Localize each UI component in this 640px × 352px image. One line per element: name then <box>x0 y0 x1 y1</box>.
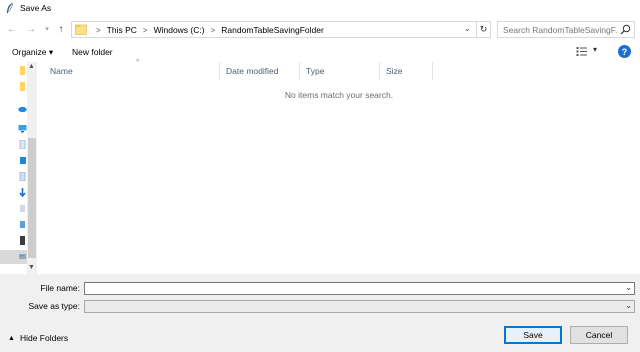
view-options-icon[interactable] <box>576 46 588 57</box>
documents-icon[interactable] <box>18 172 27 181</box>
breadcrumb-current-folder[interactable]: RandomTableSavingFolder <box>221 25 324 35</box>
pictures-icon[interactable] <box>18 220 27 229</box>
navigation-pane: ▲ ▼ <box>0 62 38 274</box>
chevron-right-icon[interactable]: > <box>143 26 148 35</box>
desktop-icon[interactable] <box>18 156 27 165</box>
videos-icon[interactable] <box>18 236 27 245</box>
breadcrumb-windows-c[interactable]: Windows (C:) <box>154 25 205 35</box>
chevron-right-icon[interactable]: > <box>211 26 216 35</box>
breadcrumb: > This PC > Windows (C:) > RandomTableSa… <box>90 25 324 35</box>
refresh-icon[interactable]: ↻ <box>476 21 490 38</box>
back-arrow-icon[interactable]: ← <box>5 22 19 36</box>
command-bar: Organize ▾ New folder ▾ ? <box>0 42 640 62</box>
chevron-down-icon[interactable]: ⌄ <box>625 301 632 310</box>
file-name-field[interactable]: ⌄ <box>84 282 635 295</box>
chevron-right-icon: > <box>96 25 101 35</box>
folder-icon[interactable] <box>18 66 27 75</box>
column-header-type[interactable]: Type <box>300 62 380 80</box>
cancel-button[interactable]: Cancel <box>570 326 628 344</box>
window-title: Save As <box>20 3 52 13</box>
save-button[interactable]: Save <box>504 326 562 344</box>
address-bar[interactable]: > This PC > Windows (C:) > RandomTableSa… <box>71 21 491 38</box>
downloads-icon[interactable] <box>18 188 27 197</box>
search-box[interactable] <box>497 21 635 38</box>
save-options-panel: File name: ⌄ Save as type: ⌄ ▲ Hide Fold… <box>0 274 640 352</box>
organize-button[interactable]: Organize ▾ <box>12 47 53 58</box>
scroll-down-icon[interactable]: ▼ <box>28 264 35 271</box>
hide-folders-button[interactable]: ▲ Hide Folders <box>8 333 68 343</box>
breadcrumb-this-pc[interactable]: This PC <box>107 25 137 35</box>
scroll-up-icon[interactable]: ▲ <box>28 63 35 70</box>
document-icon[interactable] <box>18 140 27 149</box>
file-name-input[interactable] <box>85 283 620 294</box>
file-name-label: File name: <box>40 283 80 293</box>
forward-arrow-icon[interactable]: → <box>24 22 38 36</box>
new-folder-button[interactable]: New folder <box>72 47 113 57</box>
up-arrow-icon[interactable]: ↑ <box>54 22 68 36</box>
view-dropdown-icon[interactable]: ▾ <box>593 45 597 54</box>
address-row: ← → ▾ ↑ > This PC > Windows (C:) > Rando… <box>0 18 640 40</box>
feather-icon <box>7 2 14 13</box>
column-header-size[interactable]: Size <box>380 62 433 80</box>
title-bar: Save As <box>0 0 640 16</box>
help-icon[interactable]: ? <box>618 45 631 58</box>
chevron-down-icon[interactable]: ⌄ <box>464 24 471 33</box>
this-pc-icon[interactable] <box>18 124 27 133</box>
search-input[interactable] <box>498 22 618 37</box>
sort-caret-icon: ^ <box>136 59 140 66</box>
local-disk-icon[interactable] <box>18 252 27 261</box>
chevron-up-icon: ▲ <box>8 334 15 342</box>
file-list: Name ^ Date modified Type Size No items … <box>38 59 640 274</box>
chevron-down-icon[interactable]: ⌄ <box>625 283 632 292</box>
recent-locations-icon[interactable]: ▾ <box>40 22 54 36</box>
hide-folders-label: Hide Folders <box>19 333 69 343</box>
scrollbar-thumb[interactable] <box>28 138 36 258</box>
column-header-name[interactable]: Name ^ <box>44 59 220 80</box>
music-icon[interactable] <box>18 204 27 213</box>
onedrive-icon[interactable] <box>18 104 27 113</box>
save-as-type-label: Save as type: <box>28 301 80 311</box>
search-icon <box>620 24 631 35</box>
folder-icon <box>75 24 87 35</box>
save-as-type-select[interactable]: ⌄ <box>84 300 635 313</box>
nav-scrollbar[interactable]: ▲ ▼ <box>27 62 37 274</box>
folder-icon[interactable] <box>18 82 27 91</box>
column-header-date-modified[interactable]: Date modified <box>220 62 300 80</box>
empty-message: No items match your search. <box>284 90 394 100</box>
